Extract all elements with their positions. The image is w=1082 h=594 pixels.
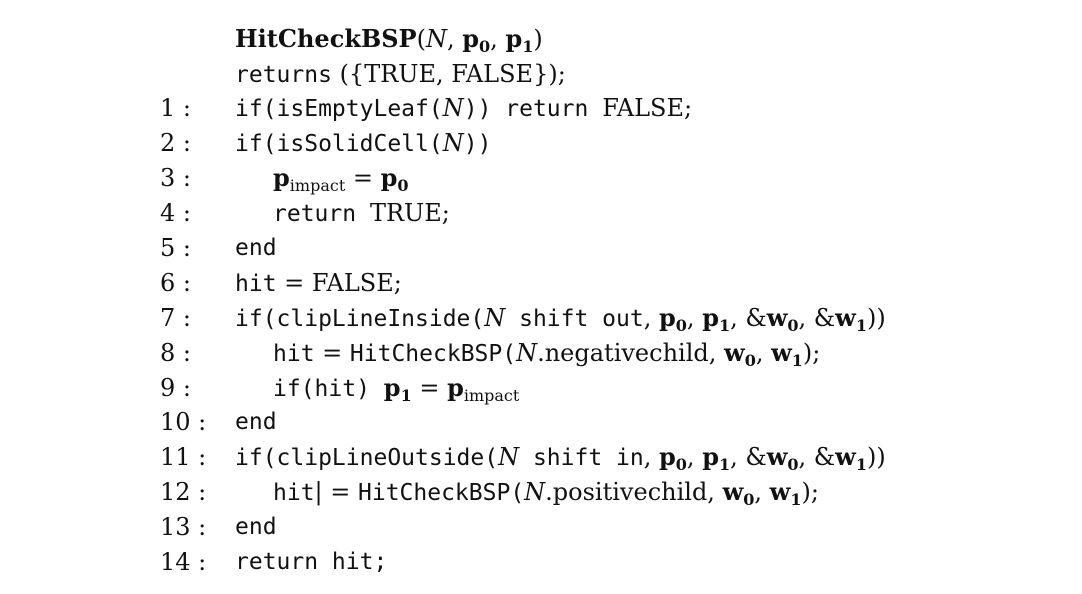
var-p0: p0 — [462, 24, 491, 56]
returns-text: returns ({TRUE, FALSE}); — [235, 60, 566, 88]
line-number: 12 : — [160, 478, 207, 506]
algorithm-listing: HitCheckBSP(N, p0, p1) returns ({TRUE, F… — [0, 0, 1082, 594]
line-number: 3 : — [160, 164, 191, 192]
line-code: hit = FALSE; — [235, 269, 402, 297]
line-number: 6 : — [160, 269, 191, 297]
line-code: if(clipLineInside(N shift out, p0, p1, &… — [235, 303, 886, 335]
var-p1: p1 — [505, 24, 534, 56]
line-code: end — [235, 409, 277, 435]
line-number: 14 : — [160, 548, 207, 576]
line-code: pimpact = p0 — [273, 163, 409, 195]
line-code: return hit; — [235, 549, 388, 575]
line-code: end — [235, 235, 277, 261]
line-number: 1 : — [160, 94, 191, 122]
line-number: 11 : — [160, 443, 207, 471]
line-code: if(isEmptyLeaf(N)) return FALSE; — [235, 94, 693, 122]
line-number: 7 : — [160, 304, 191, 332]
line-number: 5 : — [160, 234, 191, 262]
line-code: hit| = HitCheckBSP(N.positivechild, w0, … — [273, 477, 819, 509]
line-number: 9 : — [160, 374, 191, 402]
var-N: N — [425, 25, 447, 53]
line-number: 8 : — [160, 339, 191, 367]
line-code: end — [235, 514, 277, 540]
line-number: 4 : — [160, 199, 191, 227]
signature-text: HitCheckBSP(N, p0, p1) — [235, 24, 543, 56]
line-code: hit = HitCheckBSP(N.negativechild, w0, w… — [273, 338, 821, 370]
function-name: HitCheckBSP — [235, 24, 417, 53]
line-code: if(hit) p1 = pimpact — [273, 373, 520, 405]
line-number: 13 : — [160, 513, 207, 541]
line-number: 10 : — [160, 408, 207, 436]
line-code: return TRUE; — [273, 199, 450, 227]
line-number: 2 : — [160, 129, 191, 157]
line-code: if(isSolidCell(N)) — [235, 129, 492, 157]
line-code: if(clipLineOutside(N shift in, p0, p1, &… — [235, 442, 886, 474]
